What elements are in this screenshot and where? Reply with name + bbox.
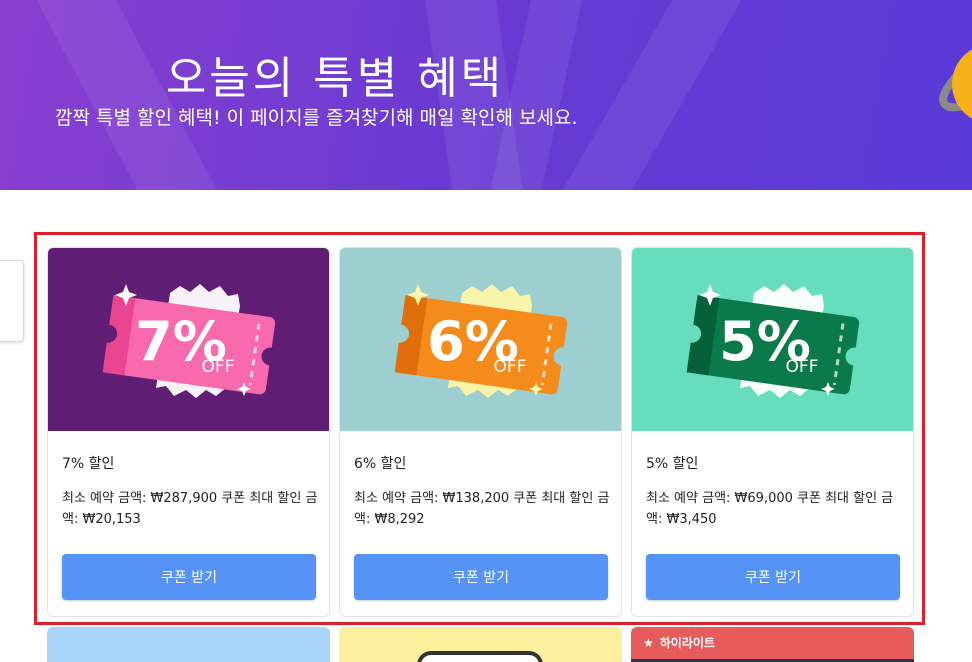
page-title: 오늘의 특별 혜택: [165, 53, 505, 104]
phone-illustration: [417, 651, 543, 662]
star-icon: ★: [643, 636, 654, 650]
ticket-icon: 5% OFF: [683, 284, 864, 398]
coupon-description: 최소 예약 금액: ₩69,000 쿠폰 최대 할인 금액: ₩3,450: [646, 491, 894, 527]
coupon-artwork: 5% OFF: [632, 248, 913, 431]
coupon-title: 7% 할인: [62, 456, 115, 472]
get-coupon-button[interactable]: 쿠폰 받기: [62, 554, 316, 600]
coupon-title: 5% 할인: [646, 456, 699, 472]
coupon-artwork: 7% OFF: [48, 248, 329, 431]
coupon-card: 7% OFF 7% 할인 최소 예약 금액: ₩287,900 쿠폰 최대 할인…: [47, 247, 330, 617]
page: 오늘의 특별 혜택 깜짝 특별 할인 혜택! 이 페이지를 즐겨찾기해 매일 확…: [0, 0, 972, 662]
coupon-artwork: 6% OFF: [340, 248, 621, 431]
off-label: OFF: [202, 357, 235, 377]
get-coupon-button[interactable]: 쿠폰 받기: [646, 554, 900, 600]
ticket-icon: 6% OFF: [391, 284, 572, 398]
planet-icon: [939, 36, 972, 119]
coupon-card: 6% OFF 6% 할인 최소 예약 금액: ₩138,200 쿠폰 최대 할인…: [339, 247, 622, 617]
page-subtitle: 깜짝 특별 할인 혜택! 이 페이지를 즐겨찾기해 매일 확인해 보세요.: [55, 107, 578, 129]
off-label: OFF: [786, 357, 819, 377]
coupon-description: 최소 예약 금액: ₩287,900 쿠폰 최대 할인 금액: ₩20,153: [62, 491, 318, 527]
coupon-title: 6% 할인: [354, 456, 407, 472]
hero-banner: 오늘의 특별 혜택 깜짝 특별 할인 혜택! 이 페이지를 즐겨찾기해 매일 확…: [0, 0, 972, 190]
get-coupon-button[interactable]: 쿠폰 받기: [354, 554, 608, 600]
coupon-description: 최소 예약 금액: ₩138,200 쿠폰 최대 할인 금액: ₩8,292: [354, 491, 610, 527]
side-widget[interactable]: [0, 260, 24, 342]
promo-card-partial[interactable]: [47, 627, 330, 662]
ticket-icon: 7% OFF: [99, 284, 280, 398]
coupon-card: 5% OFF 5% 할인 최소 예약 금액: ₩69,000 쿠폰 최대 할인 …: [631, 247, 914, 617]
highlight-card-partial[interactable]: ★ 하이라이트: [631, 627, 914, 662]
highlight-label: ★ 하이라이트: [643, 636, 715, 650]
promo-card-partial[interactable]: [339, 627, 622, 662]
off-label: OFF: [494, 357, 527, 377]
